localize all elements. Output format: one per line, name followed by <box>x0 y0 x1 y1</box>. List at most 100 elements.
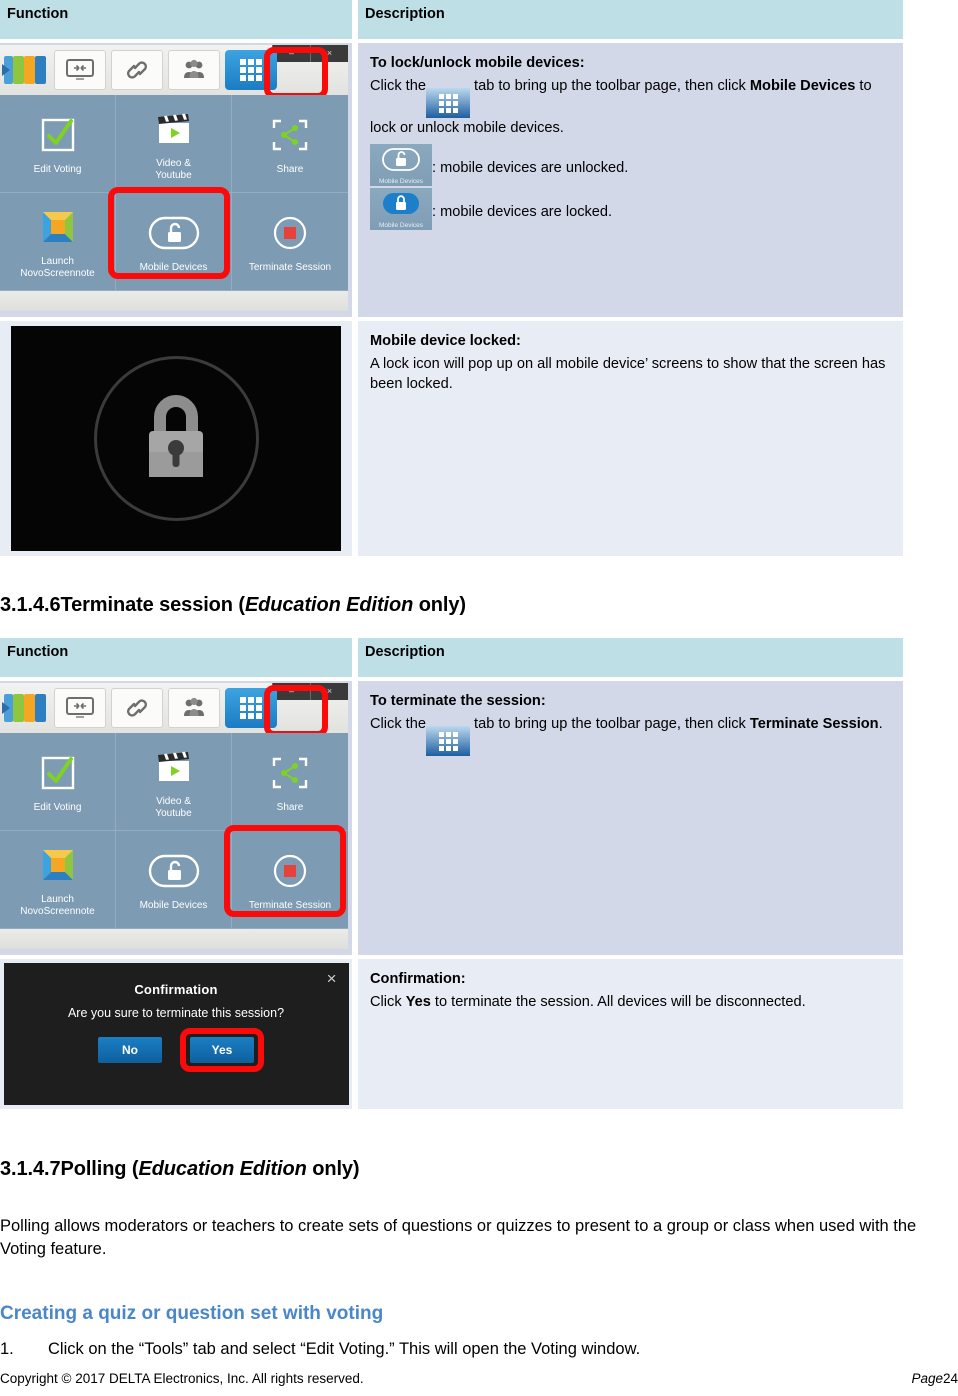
page-footer: Copyright © 2017 DELTA Electronics, Inc.… <box>0 1371 958 1386</box>
stop-square-icon <box>273 210 307 256</box>
column-header-description: Description <box>358 638 903 677</box>
cell-function-toolbar-screenshot: – × Edit Voting Video & Youtube Share La… <box>0 681 352 955</box>
description-title: Confirmation: <box>370 971 466 987</box>
tile-video-youtube[interactable]: Video & Youtube <box>116 733 232 831</box>
tile-mobile-devices[interactable]: Mobile Devices <box>116 831 232 929</box>
tab-tools-grid-icon[interactable] <box>225 50 277 90</box>
column-header-function: Function <box>0 0 352 39</box>
tools-grid-icon <box>425 87 470 118</box>
toolbar-window: – × Edit Voting Video & Youtube Share La… <box>0 45 348 311</box>
column-header-function: Function <box>0 638 352 677</box>
tile-label: Launch NovoScreennote <box>20 894 95 917</box>
description-instruction: Click the tab to bring up the toolbar pa… <box>370 714 891 756</box>
checkbox-check-icon <box>40 750 76 796</box>
section-heading-3147: 3.1.4.7Polling (Education Edition only) <box>0 1158 360 1180</box>
description-body: A lock icon will pop up on all mobile de… <box>370 355 886 393</box>
description-title: To terminate the session: <box>370 693 546 709</box>
clapperboard-play-icon <box>154 106 194 152</box>
dialog-buttons: No Yes <box>4 1020 349 1072</box>
tab-presentation-icon[interactable] <box>54 50 106 90</box>
icon-caption: Mobile Devices <box>378 221 424 229</box>
tile-share[interactable]: Share <box>232 95 348 193</box>
tab-link-icon[interactable] <box>111 688 163 728</box>
share-nodes-icon <box>271 112 309 158</box>
tab-participants-icon[interactable] <box>168 50 220 90</box>
description-title: Mobile device locked: <box>370 333 521 349</box>
clapperboard-play-icon <box>154 744 194 790</box>
novoscreennote-icon <box>41 204 75 250</box>
mobile-device-lock-screenshot <box>0 321 352 556</box>
subsection-heading-creating-quiz: Creating a quiz or question set with vot… <box>0 1303 384 1324</box>
novoconnect-toolbar-screenshot-terminate: – × Edit Voting Video & Youtube Share La… <box>0 681 352 955</box>
toolbar-window: – × Edit Voting Video & Youtube Share La… <box>0 683 348 949</box>
terminate-confirmation-screenshot: × Confirmation Are you sure to terminate… <box>0 959 352 1109</box>
toolbar-tabs <box>2 50 277 90</box>
tab-tools-grid-icon[interactable] <box>225 688 277 728</box>
cell-function-toolbar-screenshot: – × Edit Voting Video & Youtube Share La… <box>0 43 352 317</box>
function-description-table-1: Function Description – × Edit Voting Vid… <box>0 0 903 556</box>
tile-edit-voting[interactable]: Edit Voting <box>0 95 116 193</box>
tab-participants-icon[interactable] <box>168 688 220 728</box>
window-controls: – × <box>272 45 348 62</box>
tile-launch-novoscreennote[interactable]: Launch NovoScreennote <box>0 831 116 929</box>
minimize-icon[interactable]: – <box>272 683 310 700</box>
status-locked-line: Mobile Devices : mobile devices are lock… <box>370 188 891 231</box>
toolbar-tiles: Edit Voting Video & Youtube Share Launch… <box>0 95 348 291</box>
novoconnect-logo-icon <box>2 688 49 728</box>
yes-button[interactable]: Yes <box>190 1037 254 1063</box>
close-icon[interactable]: × <box>310 683 348 700</box>
cell-function-confirm-screenshot: × Confirmation Are you sure to terminate… <box>0 959 352 1109</box>
toolbar-tabs <box>2 688 277 728</box>
tile-video-youtube[interactable]: Video & Youtube <box>116 95 232 193</box>
tile-share[interactable]: Share <box>232 733 348 831</box>
cell-description-lock-unlock: To lock/unlock mobile devices: Click the… <box>358 43 903 317</box>
cell-description-locked: Mobile device locked: A lock icon will p… <box>358 321 903 556</box>
tab-presentation-icon[interactable] <box>54 688 106 728</box>
table-row: – × Edit Voting Video & Youtube Share La… <box>0 681 903 955</box>
toolbar-tiles: Edit Voting Video & Youtube Share Launch… <box>0 733 348 929</box>
mobile-devices-unlocked-icon: Mobile Devices <box>370 144 432 187</box>
checkbox-check-icon <box>40 112 76 158</box>
copyright-text: Copyright © 2017 DELTA Electronics, Inc.… <box>0 1371 364 1386</box>
close-icon[interactable]: × <box>310 45 348 62</box>
tile-label: Launch NovoScreennote <box>20 256 95 279</box>
novoscreennote-icon <box>41 842 75 888</box>
table-row: – × Edit Voting Video & Youtube Share La… <box>0 43 903 317</box>
confirmation-dialog: × Confirmation Are you sure to terminate… <box>3 963 349 1105</box>
no-button[interactable]: No <box>98 1037 162 1063</box>
padlock-open-icon <box>148 210 200 256</box>
section-heading-3146: 3.1.4.6Terminate session (Education Edit… <box>0 594 466 616</box>
minimize-icon[interactable]: – <box>272 45 310 62</box>
tile-terminate-session[interactable]: Terminate Session <box>232 193 348 291</box>
tile-label: Edit Voting <box>33 163 82 175</box>
cell-description-terminate: To terminate the session: Click the tab … <box>358 681 903 955</box>
table-header-row: Function Description <box>0 0 903 39</box>
tile-label: Terminate Session <box>248 899 332 911</box>
icon-caption: Mobile Devices <box>378 177 424 185</box>
tab-link-icon[interactable] <box>111 50 163 90</box>
tile-mobile-devices[interactable]: Mobile Devices <box>116 193 232 291</box>
toolbar-tabbar: – × <box>0 683 348 737</box>
toolbar-statusbar <box>0 929 348 949</box>
tile-label: Video & Youtube <box>155 158 192 181</box>
tile-label: Mobile Devices <box>139 261 208 273</box>
padlock-closed-icon <box>149 394 203 477</box>
novoconnect-logo-icon <box>2 50 49 90</box>
tile-label: Share <box>276 801 304 813</box>
padlock-open-icon <box>148 848 200 894</box>
tile-launch-novoscreennote[interactable]: Launch NovoScreennote <box>0 193 116 291</box>
toolbar-tabbar: – × <box>0 45 348 99</box>
tools-grid-icon <box>425 725 470 756</box>
tile-terminate-session[interactable]: Terminate Session <box>232 831 348 929</box>
table-row: Mobile device locked: A lock icon will p… <box>0 321 903 556</box>
close-icon[interactable]: × <box>327 969 337 989</box>
function-description-table-2: Function Description – × Edit Voting Vid… <box>0 638 903 1109</box>
tile-edit-voting[interactable]: Edit Voting <box>0 733 116 831</box>
toolbar-statusbar <box>0 291 348 311</box>
window-controls: – × <box>272 683 348 700</box>
status-unlocked-line: Mobile Devices : mobile devices are unlo… <box>370 144 891 187</box>
column-header-description: Description <box>358 0 903 39</box>
description-body: Click Yes to terminate the session. All … <box>370 993 806 1010</box>
tile-label: Terminate Session <box>248 261 332 273</box>
mobile-devices-locked-icon: Mobile Devices <box>370 188 432 231</box>
